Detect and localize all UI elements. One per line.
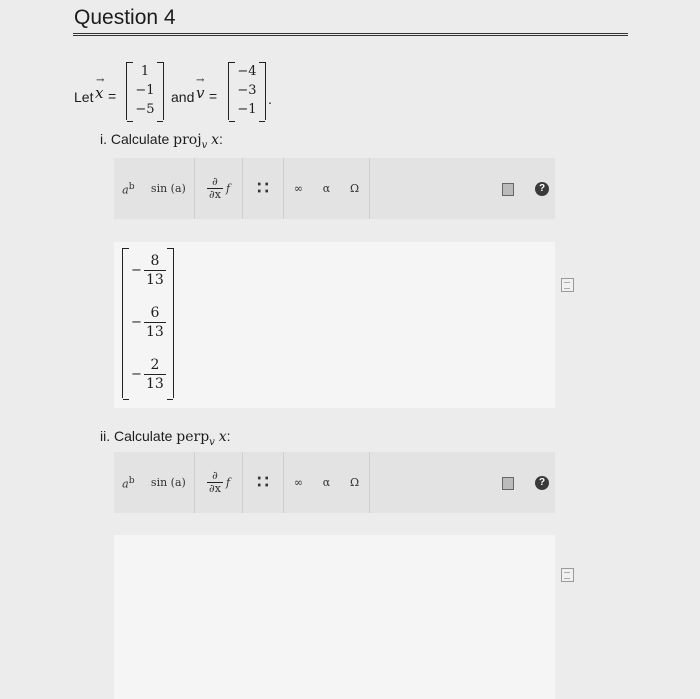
x-entry: −1 (135, 82, 155, 98)
trash-icon[interactable] (502, 477, 514, 490)
answer-field-2[interactable] (114, 535, 555, 699)
period: . (268, 91, 272, 107)
vector-v-matrix: −4 −3 −1 (228, 62, 266, 122)
omega-button[interactable]: Ω (350, 182, 359, 195)
derivative-button[interactable]: ∂ ∂x f (206, 176, 230, 201)
matrix-button[interactable]: ∷ (257, 178, 268, 199)
equation-toolbar-1: ab sin (a) ∂ ∂x f ∷ ∞ α Ω ? (114, 158, 555, 219)
answer-field-1[interactable]: − 8 13 − 6 13 − 2 13 (114, 242, 555, 408)
part1-label: i. Calculate projv x: (100, 131, 223, 151)
title-divider (73, 33, 628, 36)
vector-x-matrix: 1 −1 −5 (126, 62, 164, 122)
alpha-button[interactable]: α (323, 476, 330, 489)
v-entry: −3 (237, 82, 257, 98)
let-label: Let (74, 89, 94, 105)
equals-sign: = (209, 88, 218, 104)
answer-entry: − 2 13 (131, 356, 166, 393)
power-button[interactable]: ab (122, 181, 134, 197)
sin-button[interactable]: sin (a) (151, 182, 186, 195)
question-title: Question 4 (74, 6, 176, 29)
x-entry: 1 (140, 63, 150, 79)
answer-entry: − 8 13 (131, 252, 166, 289)
v-entry: −4 (237, 63, 257, 79)
help-icon[interactable]: ? (535, 182, 549, 196)
infinity-button[interactable]: ∞ (294, 182, 303, 195)
vector-v-symbol: → v (196, 75, 205, 102)
sin-button[interactable]: sin (a) (151, 476, 186, 489)
trash-icon[interactable] (502, 183, 514, 196)
vector-x-symbol: → x (95, 75, 105, 102)
infinity-button[interactable]: ∞ (294, 476, 303, 489)
equation-toolbar-2: ab sin (a) ∂ ∂x f ∷ ∞ α Ω ? (114, 452, 555, 513)
help-icon[interactable]: ? (535, 476, 549, 490)
answer-entry: − 6 13 (131, 304, 166, 341)
document-icon[interactable] (561, 278, 574, 292)
x-entry: −5 (135, 102, 155, 118)
answer-matrix: − 8 13 − 6 13 − 2 13 (122, 248, 174, 400)
equals-sign: = (108, 88, 117, 104)
and-label: and (171, 89, 195, 105)
part2-label: ii. Calculate perpv x: (100, 428, 231, 448)
omega-button[interactable]: Ω (350, 476, 359, 489)
derivative-button[interactable]: ∂ ∂x f (206, 470, 230, 495)
alpha-button[interactable]: α (323, 182, 330, 195)
matrix-button[interactable]: ∷ (257, 472, 268, 493)
v-entry: −1 (237, 102, 257, 118)
power-button[interactable]: ab (122, 475, 134, 491)
document-icon[interactable] (561, 568, 574, 582)
